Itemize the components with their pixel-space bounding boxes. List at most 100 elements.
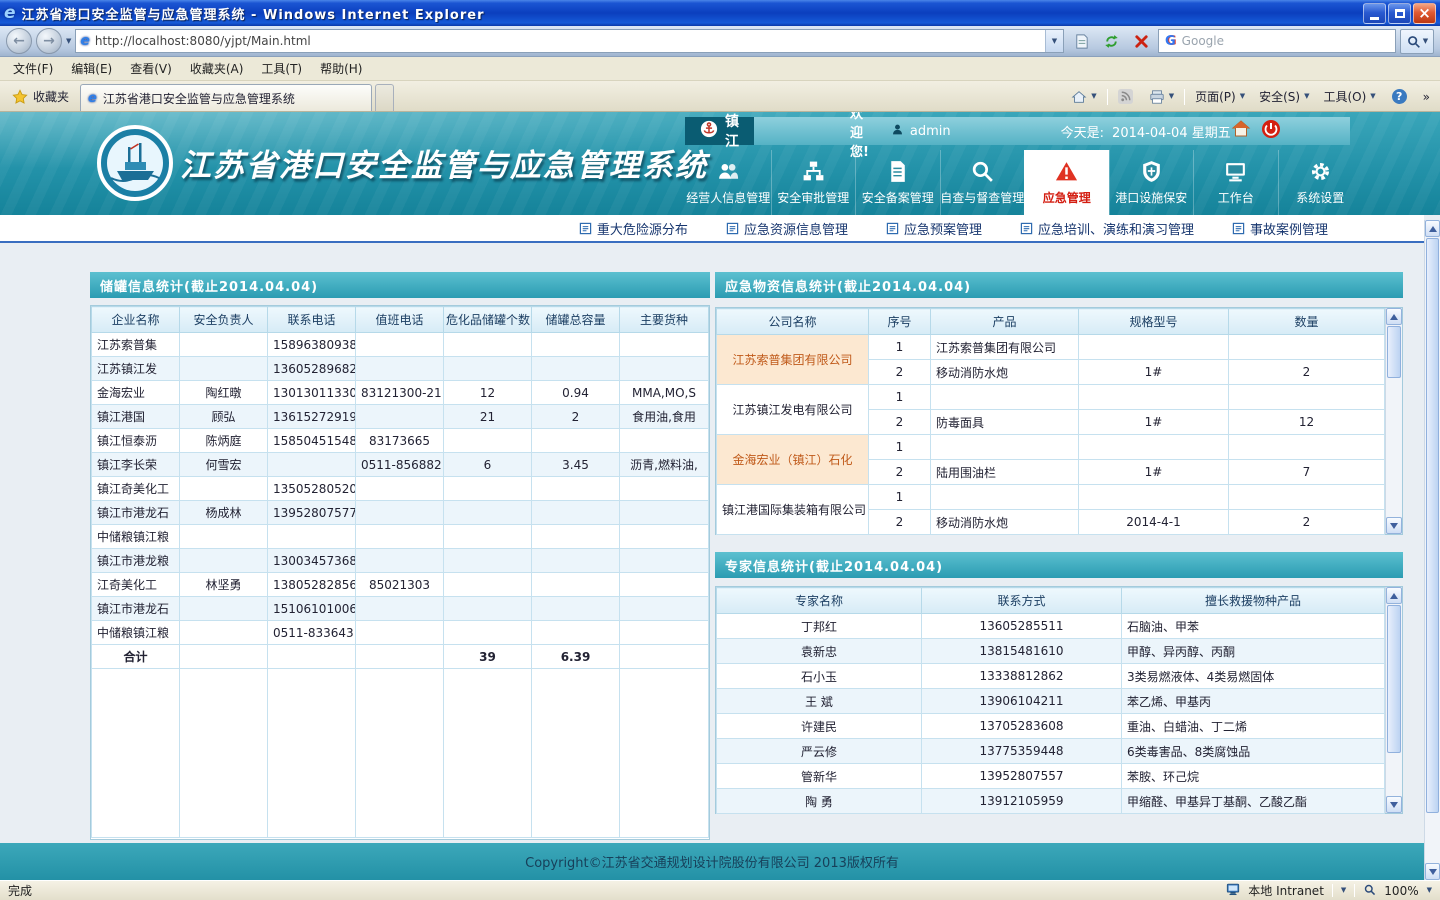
nav-item-6[interactable]: 工作台 [1193, 150, 1278, 215]
table-row[interactable]: 王 斌13906104211苯乙烯、甲基丙 [717, 689, 1385, 714]
new-tab-button[interactable] [375, 84, 394, 111]
nav-item-4[interactable]: 应急管理 [1024, 150, 1109, 215]
address-dropdown-button[interactable]: ▼ [1045, 30, 1063, 52]
search-dropdown-icon[interactable]: ▼ [1423, 38, 1428, 45]
history-dropdown-icon[interactable]: ▼ [66, 38, 71, 45]
table-row[interactable]: 镇江港国顾弘13615272919212食用油,食用 [92, 405, 709, 429]
table-row[interactable]: 镇江港国际集装箱有限公司1 [717, 485, 1385, 510]
table-row[interactable]: 江苏索普集团有限公司1江苏索普集团有限公司 [717, 335, 1385, 360]
compatibility-view-button[interactable] [1068, 29, 1094, 54]
table-row[interactable]: 江苏镇江发电有限公司1 [717, 385, 1385, 410]
tank-statistics-panel: 储罐信息统计(截止2014.04.04) 企业名称安全负责人联系电话值班电话危化… [90, 272, 710, 840]
help-button[interactable]: ? [1386, 87, 1413, 106]
menu-item[interactable]: 编辑(E) [62, 57, 121, 80]
subnav-item[interactable]: 重大危险源分布 [579, 219, 688, 238]
menu-item[interactable]: 帮助(H) [311, 57, 371, 80]
status-bar: 完成 本地 Intranet ▼ 100% ▼ [0, 880, 1440, 900]
table-row[interactable]: 许建民13705283608重油、白蜡油、丁二烯 [717, 714, 1385, 739]
scroll-thumb[interactable] [1426, 238, 1439, 813]
scroll-up-button[interactable] [1386, 308, 1402, 325]
scroll-down-button[interactable] [1425, 863, 1440, 880]
table-row[interactable]: 石小玉133388128623类易燃液体、4类易燃固体 [717, 664, 1385, 689]
nav-item-2[interactable]: 安全备案管理 [855, 150, 940, 215]
table-row[interactable]: 镇江市港龙粮13003457368 [92, 549, 709, 573]
subnav-item[interactable]: 事故案例管理 [1232, 219, 1328, 238]
table-row[interactable]: 江苏镇江发13605289682 [92, 357, 709, 381]
experts-scrollbar[interactable] [1385, 587, 1402, 813]
table-row[interactable]: 金海宏业（镇江）石化1 [717, 435, 1385, 460]
cell [532, 621, 620, 645]
address-bar[interactable]: e http://localhost:8080/yjpt/Main.html ▼ [75, 29, 1064, 53]
subnav-item[interactable]: 应急资源信息管理 [726, 219, 848, 238]
table-row[interactable]: 镇江市港龙石15106101006 [92, 597, 709, 621]
back-button[interactable]: ← [6, 28, 32, 54]
zoom-level[interactable]: 100% [1384, 884, 1418, 898]
url-text[interactable]: http://localhost:8080/yjpt/Main.html [95, 34, 1040, 48]
table-row[interactable]: 镇江李长荣何雪宏0511-85688263.45沥青,燃料油, [92, 453, 709, 477]
home-shortcut-icon[interactable] [1231, 119, 1251, 143]
forward-button[interactable]: → [36, 28, 62, 54]
scroll-down-button[interactable] [1386, 517, 1402, 534]
cell [444, 549, 532, 573]
toolbar-button[interactable]: 页面(P)▼ [1189, 86, 1251, 107]
subnav-item[interactable]: 应急预案管理 [886, 219, 982, 238]
table-row[interactable]: 管新华13952807557苯胺、环己烷 [717, 764, 1385, 789]
menu-item[interactable]: 查看(V) [121, 57, 181, 80]
scroll-thumb[interactable] [1387, 326, 1401, 378]
scroll-up-button[interactable] [1425, 220, 1440, 237]
nav-item-1[interactable]: 安全审批管理 [771, 150, 856, 215]
table-row[interactable]: 严云修137753594486类毒害品、8类腐蚀品 [717, 739, 1385, 764]
table-row[interactable]: 江奇美化工林坚勇1380528285685021303 [92, 573, 709, 597]
scroll-up-button[interactable] [1386, 587, 1402, 604]
zone-dropdown-icon[interactable]: ▼ [1341, 887, 1346, 894]
home-button[interactable]: ▼ [1065, 87, 1102, 107]
city-label: 镇江 [725, 112, 739, 151]
cell [620, 597, 709, 621]
maximize-button[interactable] [1388, 3, 1411, 24]
toolbar-button[interactable]: 安全(S)▼ [1253, 86, 1315, 107]
supplies-scrollbar[interactable] [1385, 308, 1402, 534]
table-row[interactable]: 镇江市港龙石杨成林13952807577 [92, 501, 709, 525]
subnav-item[interactable]: 应急培训、演练和演习管理 [1020, 219, 1194, 238]
menu-item[interactable]: 工具(T) [252, 57, 311, 80]
active-tab[interactable]: e 江苏省港口安全监管与应急管理系统 [80, 84, 372, 111]
nav-item-0[interactable]: 经营人信息管理 [686, 150, 771, 215]
table-row[interactable]: 中储粮镇江粮 [92, 525, 709, 549]
print-button[interactable]: ▼ [1143, 87, 1180, 107]
feeds-button[interactable] [1112, 87, 1139, 106]
search-button[interactable]: ▼ [1400, 29, 1434, 54]
page-scrollbar[interactable] [1424, 220, 1440, 880]
table-row[interactable]: 陶 勇13912105959甲缩醛、甲基异丁基酮、乙酸乙酯 [717, 789, 1385, 814]
close-button[interactable]: × [1413, 3, 1436, 24]
table-row[interactable]: 金海宏业陶红暾1301301133083121300-21120.94MMA,M… [92, 381, 709, 405]
cell [180, 597, 268, 621]
zoom-dropdown-icon[interactable]: ▼ [1427, 887, 1432, 894]
cell: 防毒面具 [931, 410, 1079, 435]
search-input[interactable]: G Google [1158, 29, 1396, 53]
table-row[interactable]: 中储粮镇江粮0511-833643 [92, 621, 709, 645]
table-row[interactable]: 袁新忠13815481610甲醇、异丙醇、丙酮 [717, 639, 1385, 664]
menu-item[interactable]: 文件(F) [4, 57, 62, 80]
table-row[interactable]: 镇江奇美化工13505280520 [92, 477, 709, 501]
table-row[interactable]: 镇江恒泰沥陈炳庭1585045154883173665 [92, 429, 709, 453]
column-header: 主要货种 [620, 307, 709, 333]
title-bar: e 江苏省港口安全监管与应急管理系统 - Windows Internet Ex… [0, 0, 1440, 26]
scroll-down-button[interactable] [1386, 796, 1402, 813]
chevron-more-button[interactable]: » [1417, 88, 1436, 106]
nav-item-3[interactable]: 自查与督查管理 [940, 150, 1025, 215]
city-selector[interactable]: 镇江 [685, 117, 754, 145]
logout-power-icon[interactable] [1261, 119, 1281, 143]
favorites-button[interactable]: 收藏夹 [4, 83, 77, 110]
menu-item[interactable]: 收藏夹(A) [181, 57, 253, 80]
stop-button[interactable] [1128, 29, 1154, 54]
browser-window: e 江苏省港口安全监管与应急管理系统 - Windows Internet Ex… [0, 0, 1440, 900]
table-row[interactable]: 丁邦红13605285511石脑油、甲苯 [717, 614, 1385, 639]
table-row[interactable]: 江苏索普集15896380938 [92, 333, 709, 357]
refresh-button[interactable] [1098, 29, 1124, 54]
cell: 2 [1229, 510, 1385, 535]
nav-item-5[interactable]: 港口设施保安 [1109, 150, 1194, 215]
minimize-button[interactable] [1363, 3, 1386, 24]
toolbar-button[interactable]: 工具(O)▼ [1317, 86, 1381, 107]
scroll-thumb[interactable] [1387, 605, 1401, 753]
nav-item-7[interactable]: 系统设置 [1278, 150, 1363, 215]
